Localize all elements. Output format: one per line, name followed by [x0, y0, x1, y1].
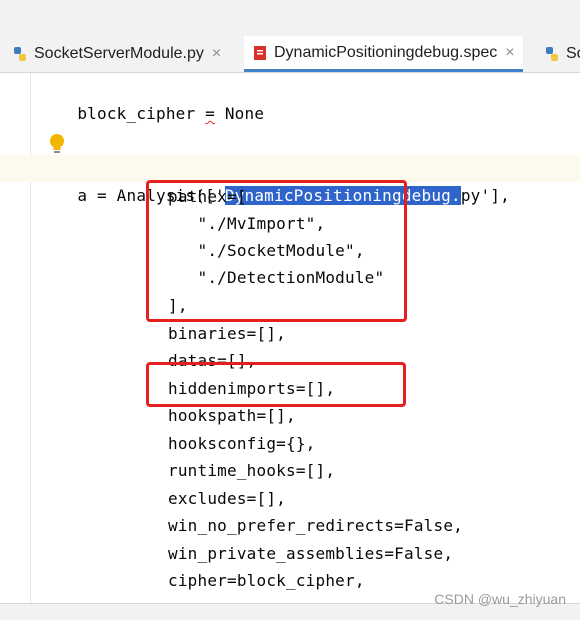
tab-label: DynamicPositioningdebug.spec: [274, 43, 498, 61]
code-line: excludes=[],: [168, 489, 286, 508]
pathex-highlight-box: [146, 180, 407, 322]
python-file-icon: [546, 47, 558, 61]
code-token: py'],: [460, 186, 511, 205]
tab-label: So: [566, 45, 580, 62]
code-line-analysis: a = Analysis(['DynamicPositioningdebug.p…: [38, 155, 510, 205]
code-line: win_private_assemblies=False,: [168, 544, 454, 563]
window-top-bar: [0, 0, 580, 36]
spec-file-icon: [254, 45, 266, 60]
editor-tab-bar: SocketServerModule.py × DynamicPositioni…: [0, 36, 580, 73]
hiddenimports-highlight-box: [146, 362, 406, 407]
code-line: hooksconfig={},: [168, 434, 316, 453]
code-line: win_no_prefer_redirects=False,: [168, 516, 463, 535]
code-token: None: [215, 104, 265, 123]
python-file-icon: [14, 47, 26, 61]
watermark: CSDN @wu_zhiyuan: [434, 591, 566, 607]
code-line-1: block_cipher = None: [38, 73, 264, 123]
tab-partial[interactable]: So: [544, 36, 580, 72]
code-token: block_cipher: [77, 104, 206, 123]
warning-token: =: [205, 104, 216, 123]
close-icon[interactable]: ×: [505, 44, 514, 62]
code-line: binaries=[],: [168, 324, 286, 343]
tab-dynamicpositioningdebug-spec[interactable]: DynamicPositioningdebug.spec ×: [244, 36, 523, 72]
tab-label: SocketServerModule.py: [34, 45, 204, 62]
line-gutter: [0, 73, 31, 603]
close-icon[interactable]: ×: [212, 45, 221, 63]
code-line: cipher=block_cipher,: [168, 571, 365, 590]
code-line: runtime_hooks=[],: [168, 461, 336, 480]
tab-socketservermodule[interactable]: SocketServerModule.py ×: [12, 36, 221, 72]
